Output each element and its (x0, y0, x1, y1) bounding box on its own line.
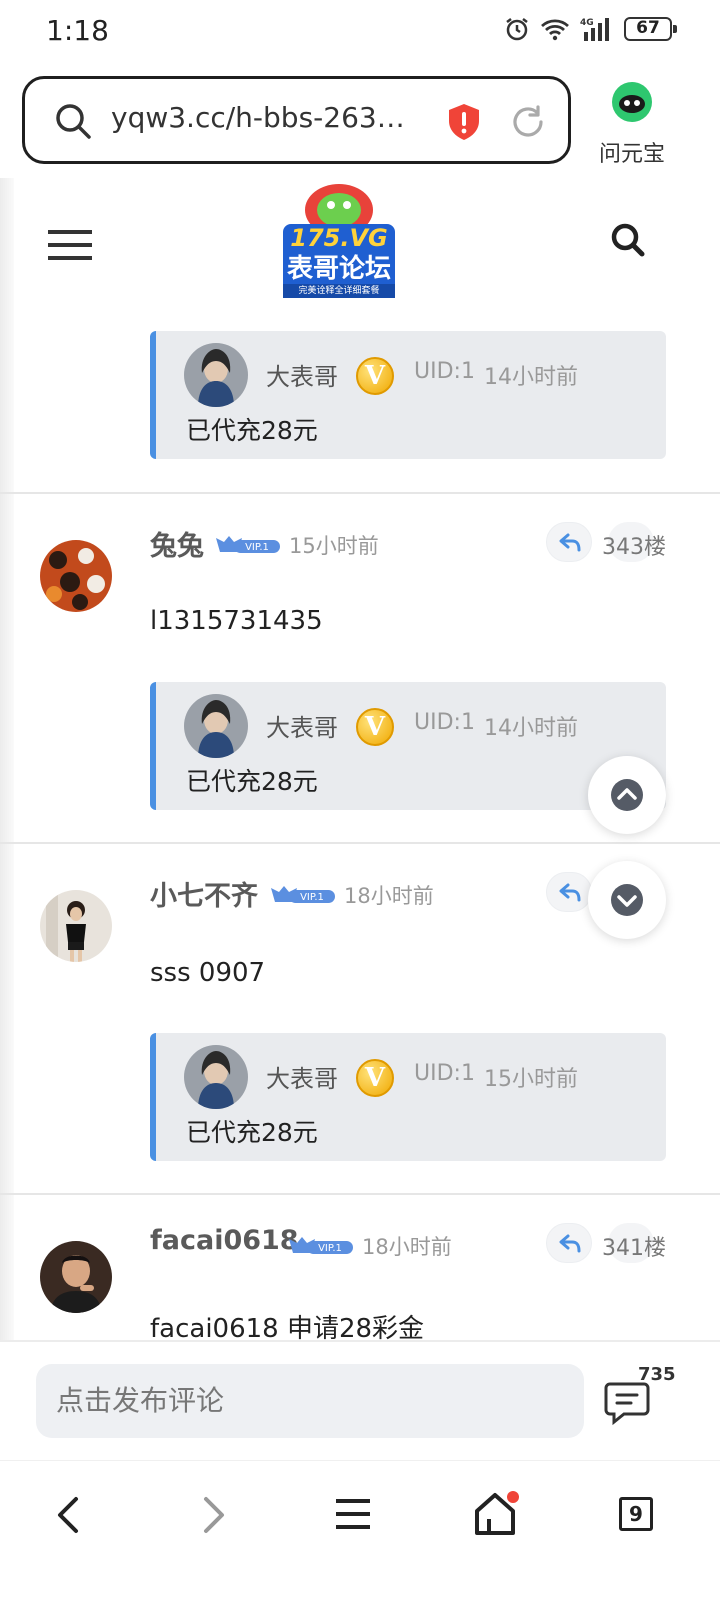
reply-button[interactable] (546, 1223, 592, 1263)
quote-time: 14小时前 (484, 365, 578, 390)
assistant-label: 问元宝 (598, 142, 665, 167)
vip-level: VIP.1 (300, 892, 324, 903)
back-icon[interactable] (52, 1495, 86, 1535)
avatar-image (40, 540, 112, 612)
menu-icon[interactable] (48, 228, 94, 262)
quote-author[interactable]: 大表哥 (266, 357, 338, 392)
verified-badge: V (356, 1059, 394, 1097)
post-content: l1315731435 (150, 606, 323, 636)
post-divider (0, 1193, 720, 1195)
reply-button[interactable] (546, 872, 592, 912)
post-username[interactable]: 小七不齐 (150, 874, 258, 913)
scroll-top-button[interactable] (588, 756, 666, 834)
post-content: sss 0907 (150, 958, 266, 988)
avatar-image (184, 694, 248, 758)
post-time: 15小时前 (289, 534, 379, 558)
logo-tagline: 完美诠释全详细套餐 (298, 286, 380, 296)
verified-badge: V (356, 357, 394, 395)
comment-bar: 点击发布评论 735 (0, 1340, 720, 1460)
post-username[interactable]: facai0618 (150, 1225, 299, 1256)
quote-uid: UID:1 (414, 710, 475, 735)
comment-input[interactable]: 点击发布评论 (36, 1364, 584, 1438)
verified-badge: V (356, 708, 394, 746)
quote-time: 15小时前 (484, 1067, 578, 1092)
quote-uid: UID:1 (414, 1061, 475, 1086)
bottom-nav: 9 (0, 1460, 720, 1600)
avatar[interactable] (40, 540, 112, 612)
assistant-button[interactable]: 问元宝 (594, 80, 670, 170)
quote-author[interactable]: 大表哥 (266, 708, 338, 743)
status-time: 1:18 (46, 14, 109, 47)
comment-icon[interactable] (604, 1380, 650, 1426)
security-warning-icon[interactable] (447, 103, 481, 141)
refresh-icon[interactable] (509, 103, 547, 141)
reply-icon (559, 1234, 581, 1253)
floor-number: 343楼 (602, 535, 666, 560)
vip-badge: VIP.1 (216, 536, 280, 553)
scroll-bottom-button[interactable] (588, 861, 666, 939)
quote-uid: UID:1 (414, 359, 475, 384)
network-type: 4G (580, 18, 594, 28)
logo-line2: 表哥论坛 (286, 254, 391, 284)
avatar[interactable] (184, 1045, 248, 1109)
signal-icon: 4G (580, 18, 609, 41)
page-content: 175.VG 表哥论坛 完美诠释全详细套餐 大表哥 V UID:1 14小时前 … (0, 178, 720, 1460)
alarm-icon (506, 18, 528, 41)
yuanbao-icon (612, 82, 652, 122)
home-icon[interactable] (472, 1489, 522, 1539)
forward-icon[interactable] (196, 1495, 230, 1535)
post-time: 18小时前 (344, 884, 434, 908)
avatar[interactable] (40, 1241, 112, 1313)
vip-badge: VIP.1 (289, 1237, 353, 1254)
wifi-icon (541, 19, 569, 41)
vip-badge: VIP.1 (271, 886, 335, 903)
quote-block: 大表哥 V UID:1 14小时前 已代充28元 (150, 331, 666, 459)
avatar-image (40, 1241, 112, 1313)
post-username[interactable]: 兔兔 (150, 524, 204, 563)
chevron-up-icon (611, 779, 643, 811)
quote-time: 14小时前 (484, 716, 578, 741)
search-icon (56, 104, 91, 139)
avatar-image (184, 343, 248, 407)
post-divider (0, 492, 720, 494)
url-text[interactable]: yqw3.cc/h-bbs-2637.... (111, 101, 411, 134)
reply-icon (559, 533, 581, 552)
status-icons: 4G 67 (504, 16, 677, 42)
vip-level: VIP.1 (318, 1243, 342, 1254)
reply-icon (559, 883, 581, 902)
post-time: 18小时前 (362, 1235, 452, 1259)
battery-indicator: 67 (624, 17, 677, 41)
quote-author[interactable]: 大表哥 (266, 1059, 338, 1094)
quote-text: 已代充28元 (186, 416, 318, 445)
status-bar: 1:18 4G 67 (0, 0, 720, 64)
chevron-down-icon (611, 884, 643, 916)
reply-button[interactable] (546, 522, 592, 562)
site-logo[interactable]: 175.VG 表哥论坛 完美诠释全详细套餐 (279, 180, 399, 298)
menu-icon[interactable] (334, 1497, 372, 1531)
site-search-icon[interactable] (610, 222, 646, 258)
comment-count: 735 (638, 1364, 676, 1385)
avatar[interactable] (184, 694, 248, 758)
avatar[interactable] (184, 343, 248, 407)
avatar-image (184, 1045, 248, 1109)
vip-level: VIP.1 (245, 542, 269, 553)
floor-number: 341楼 (602, 1236, 666, 1261)
quote-block: 大表哥 V UID:1 15小时前 已代充28元 (150, 1033, 666, 1161)
post-divider (0, 842, 720, 844)
avatar-image (40, 890, 112, 962)
quote-text: 已代充28元 (186, 1118, 318, 1147)
address-bar[interactable]: yqw3.cc/h-bbs-2637.... (22, 76, 571, 164)
avatar[interactable] (40, 890, 112, 962)
tabs-button[interactable]: 9 (619, 1497, 653, 1531)
quote-text: 已代充28元 (186, 767, 318, 796)
